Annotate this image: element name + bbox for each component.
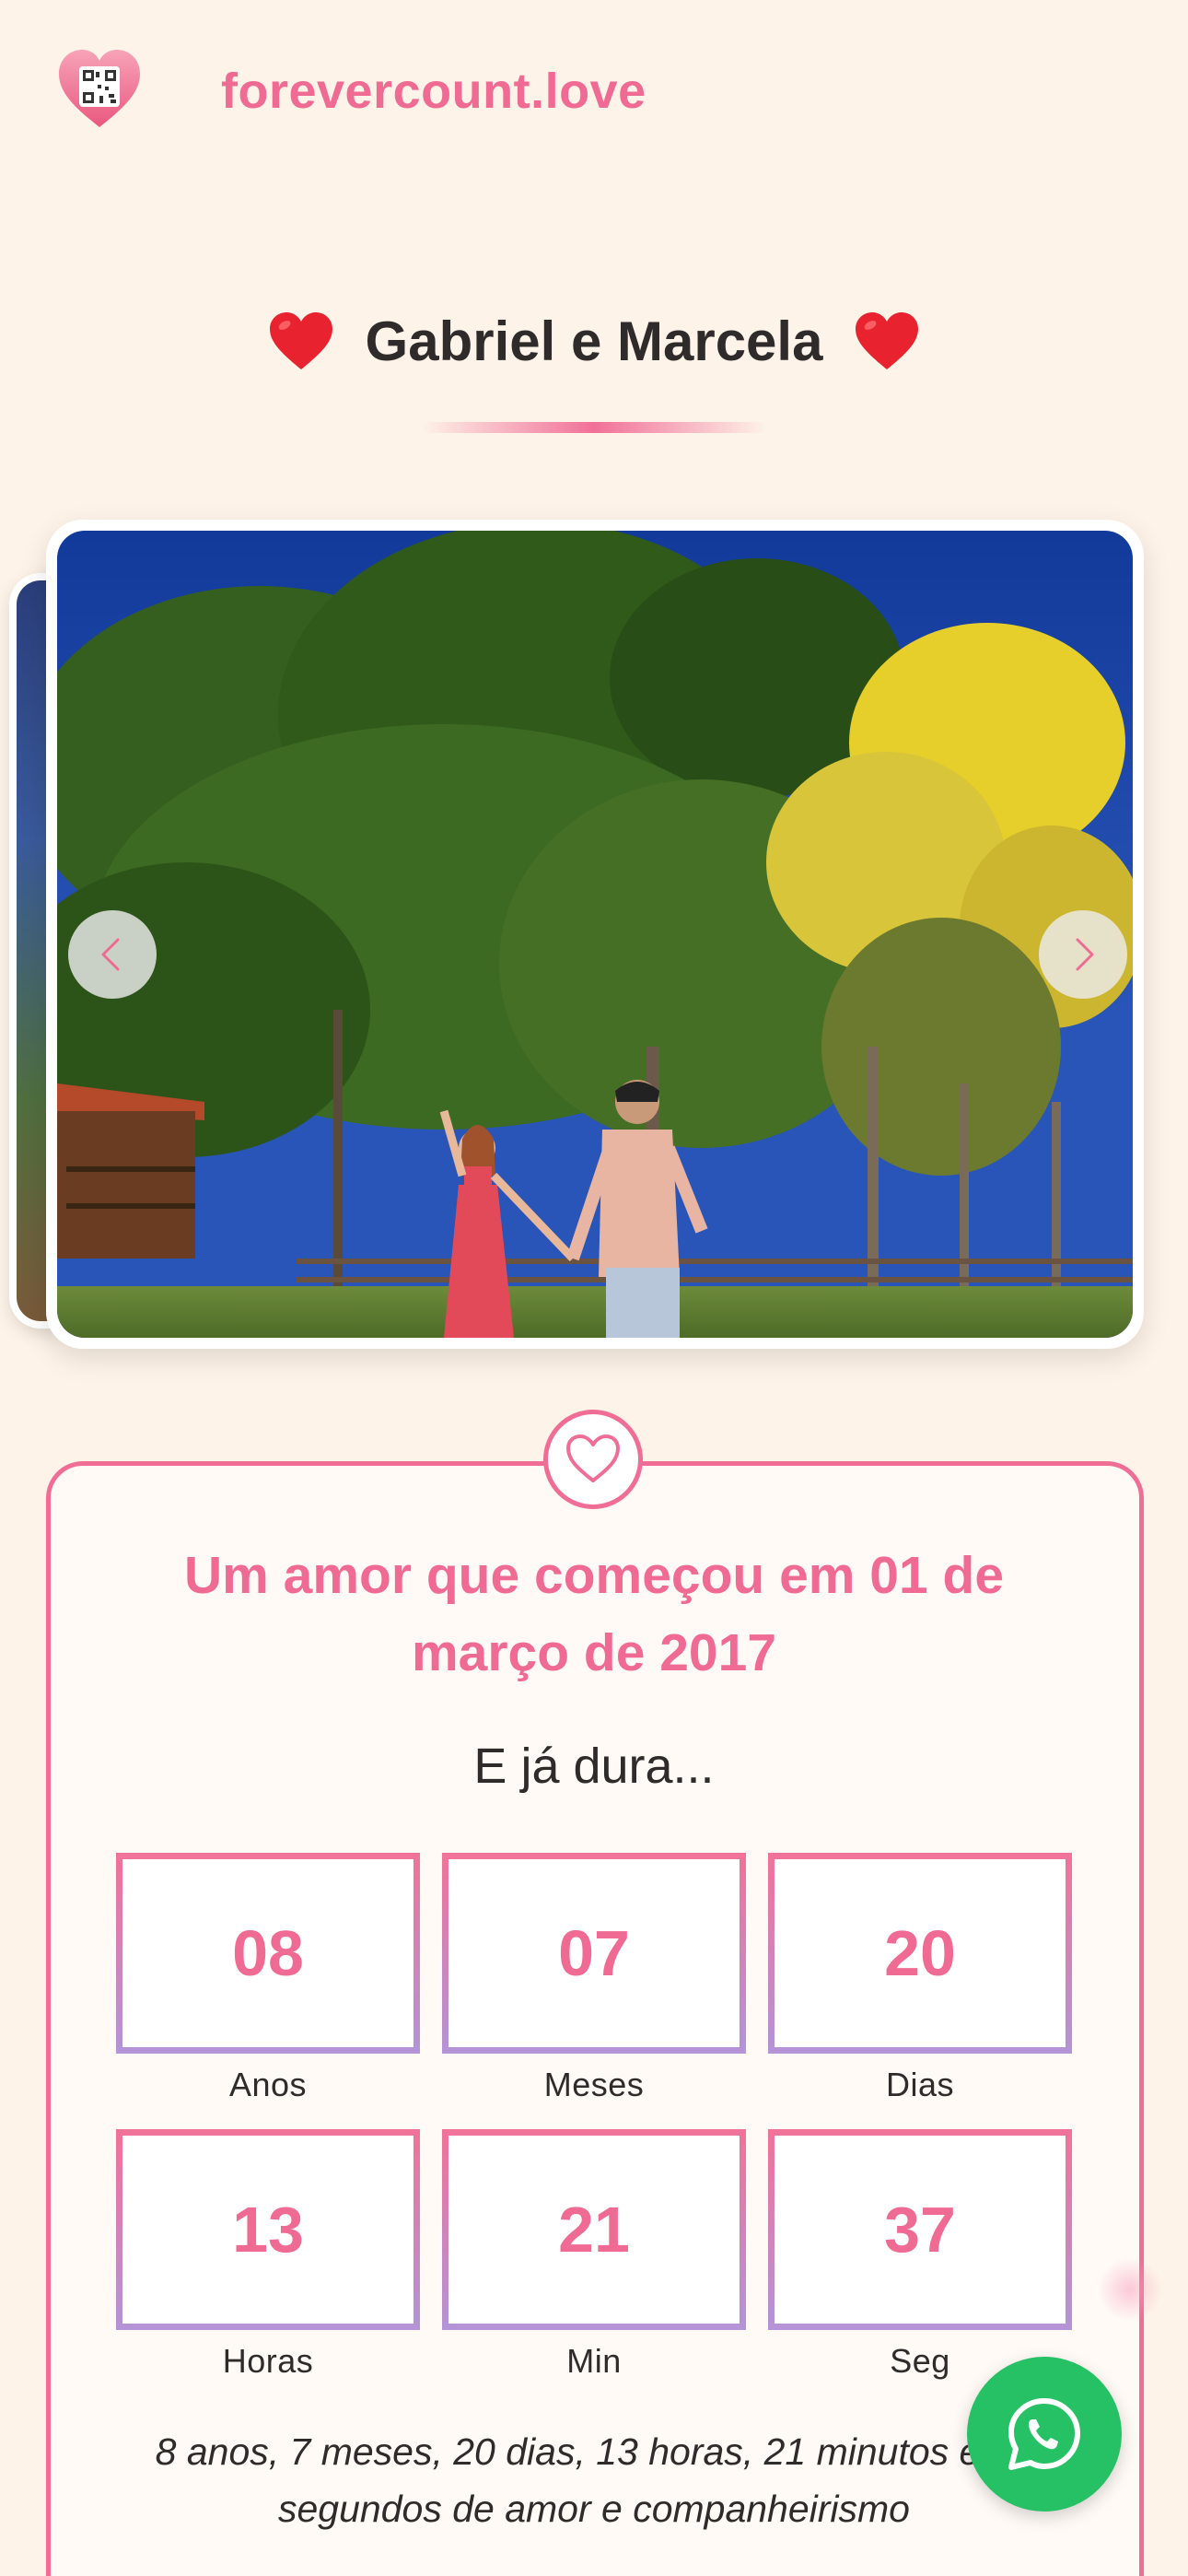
chevron-right-icon [1076, 938, 1094, 971]
brand-name[interactable]: forevercount.love [221, 63, 646, 120]
since-text: Um amor que começou em 01 de março de 20… [183, 1546, 1005, 1682]
carousel-next-button[interactable] [1039, 910, 1127, 999]
red-heart-icon [269, 311, 332, 369]
couple-photo [57, 531, 1133, 1338]
days-value: 20 [768, 1853, 1072, 2054]
floating-heart-decoration [1098, 2257, 1162, 2322]
whatsapp-button[interactable] [967, 2357, 1122, 2512]
heart-outline-icon [543, 1410, 643, 1509]
site-header: forevercount.love [55, 46, 646, 135]
hours-value: 13 [116, 2129, 420, 2330]
years-value: 08 [116, 1853, 420, 2054]
minutes-label: Min [566, 2342, 622, 2380]
duration-subhead: E já dura... [473, 1739, 715, 1794]
days-label: Dias [885, 2066, 955, 2103]
seconds-value: 37 [768, 2129, 1072, 2330]
duration-summary: 8 anos, 7 meses, 20 dias, 13 horas, 21 m… [155, 2430, 1033, 2530]
chevron-left-icon [101, 938, 120, 971]
whatsapp-icon [1008, 2398, 1080, 2470]
minutes-value: 21 [442, 2129, 746, 2330]
title-underline [422, 422, 766, 433]
hours-label: Horas [222, 2342, 314, 2380]
months-value: 07 [442, 1853, 746, 2054]
page-title: Gabriel e Marcela [268, 310, 921, 373]
photo-carousel[interactable] [46, 520, 1144, 1349]
years-label: Anos [228, 2066, 308, 2103]
months-label: Meses [543, 2066, 645, 2103]
couple-names: Gabriel e Marcela [365, 310, 823, 372]
red-heart-icon [856, 311, 919, 369]
carousel-prev-button[interactable] [68, 910, 157, 999]
heart-qr-icon[interactable] [55, 46, 144, 135]
couple-title-block: Gabriel e Marcela [0, 310, 1188, 433]
